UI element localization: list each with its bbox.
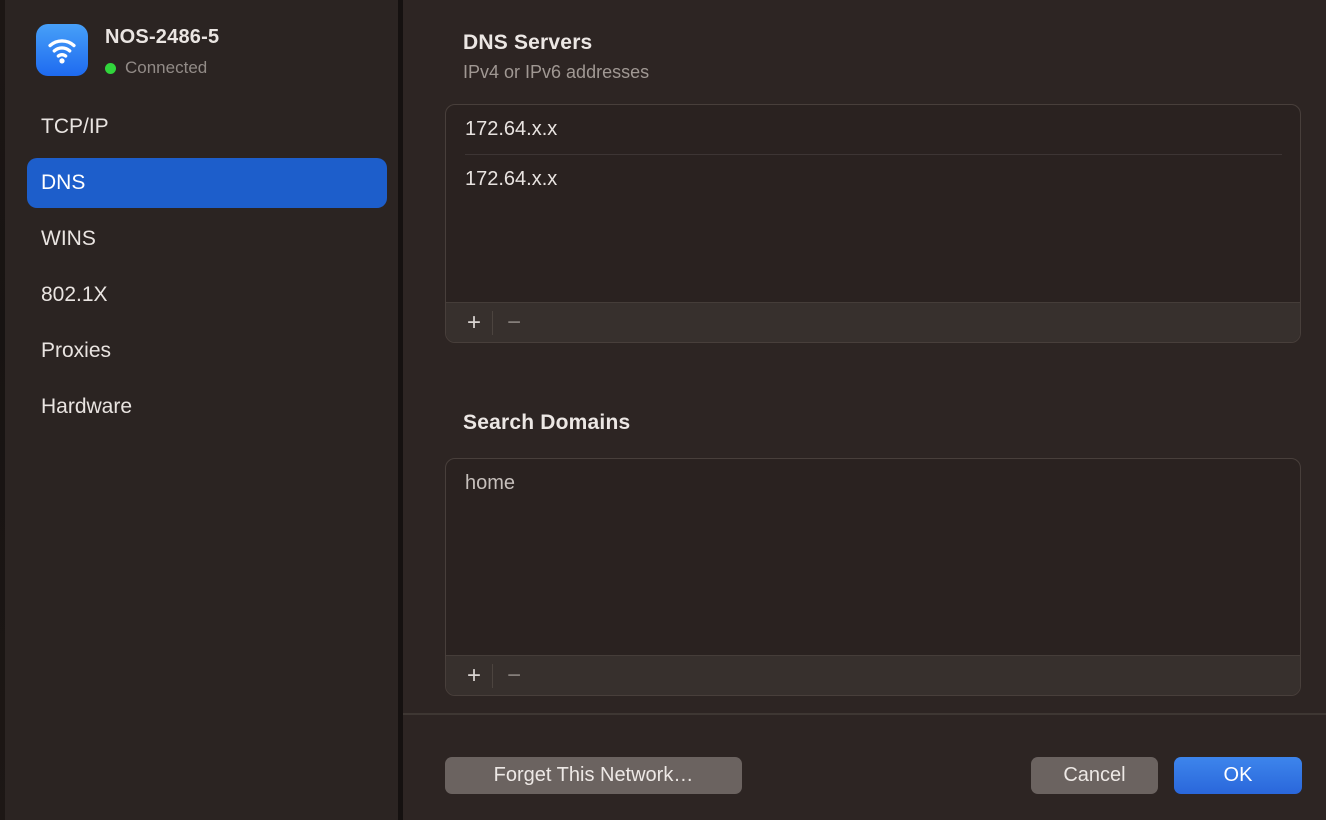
sidebar-item-tcpip[interactable]: TCP/IP xyxy=(27,102,387,152)
remove-dns-server-button[interactable]: − xyxy=(493,309,535,337)
sidebar-item-label: DNS xyxy=(41,171,85,195)
sidebar-nav: TCP/IP DNS WINS 802.1X Proxies Hardware xyxy=(27,102,387,438)
wifi-icon xyxy=(36,24,88,76)
sidebar-item-label: Proxies xyxy=(41,339,111,363)
sidebar-item-wins[interactable]: WINS xyxy=(27,214,387,264)
network-header: NOS-2486-5 Connected xyxy=(36,24,219,78)
dns-servers-toolbar: + − xyxy=(446,302,1300,342)
connected-status-label: Connected xyxy=(125,58,207,78)
sidebar-item-hardware[interactable]: Hardware xyxy=(27,382,387,432)
search-domains-list: home + − xyxy=(445,458,1301,696)
sidebar-item-label: 802.1X xyxy=(41,283,108,307)
dns-servers-title: DNS Servers xyxy=(463,31,592,55)
sidebar-item-label: TCP/IP xyxy=(41,115,109,139)
forget-network-button[interactable]: Forget This Network… xyxy=(445,757,742,794)
sidebar: NOS-2486-5 Connected TCP/IP DNS WINS 802… xyxy=(5,0,398,820)
sidebar-item-label: WINS xyxy=(41,227,96,251)
dns-server-row[interactable]: 172.64.x.x xyxy=(446,155,1300,204)
sidebar-item-dns[interactable]: DNS xyxy=(27,158,387,208)
footer-divider xyxy=(403,713,1326,715)
wifi-details-dialog: NOS-2486-5 Connected TCP/IP DNS WINS 802… xyxy=(0,0,1326,820)
dns-server-row[interactable]: 172.64.x.x xyxy=(446,105,1300,154)
cancel-button[interactable]: Cancel xyxy=(1031,757,1158,794)
dns-servers-subtitle: IPv4 or IPv6 addresses xyxy=(463,62,649,83)
main-panel: DNS Servers IPv4 or IPv6 addresses 172.6… xyxy=(403,0,1326,820)
add-dns-server-button[interactable]: + xyxy=(456,309,492,337)
network-name: NOS-2486-5 xyxy=(105,26,219,49)
sidebar-item-8021x[interactable]: 802.1X xyxy=(27,270,387,320)
sidebar-item-label: Hardware xyxy=(41,395,132,419)
search-domain-row[interactable]: home xyxy=(446,459,1300,508)
search-domains-title: Search Domains xyxy=(463,411,630,435)
add-search-domain-button[interactable]: + xyxy=(456,662,492,690)
ok-button[interactable]: OK xyxy=(1174,757,1302,794)
search-domains-toolbar: + − xyxy=(446,655,1300,695)
remove-search-domain-button[interactable]: − xyxy=(493,662,535,690)
network-titles: NOS-2486-5 Connected xyxy=(105,24,219,78)
sidebar-item-proxies[interactable]: Proxies xyxy=(27,326,387,376)
network-status: Connected xyxy=(105,58,219,78)
dns-servers-list: 172.64.x.x 172.64.x.x + − xyxy=(445,104,1301,343)
connected-status-dot xyxy=(105,63,116,74)
